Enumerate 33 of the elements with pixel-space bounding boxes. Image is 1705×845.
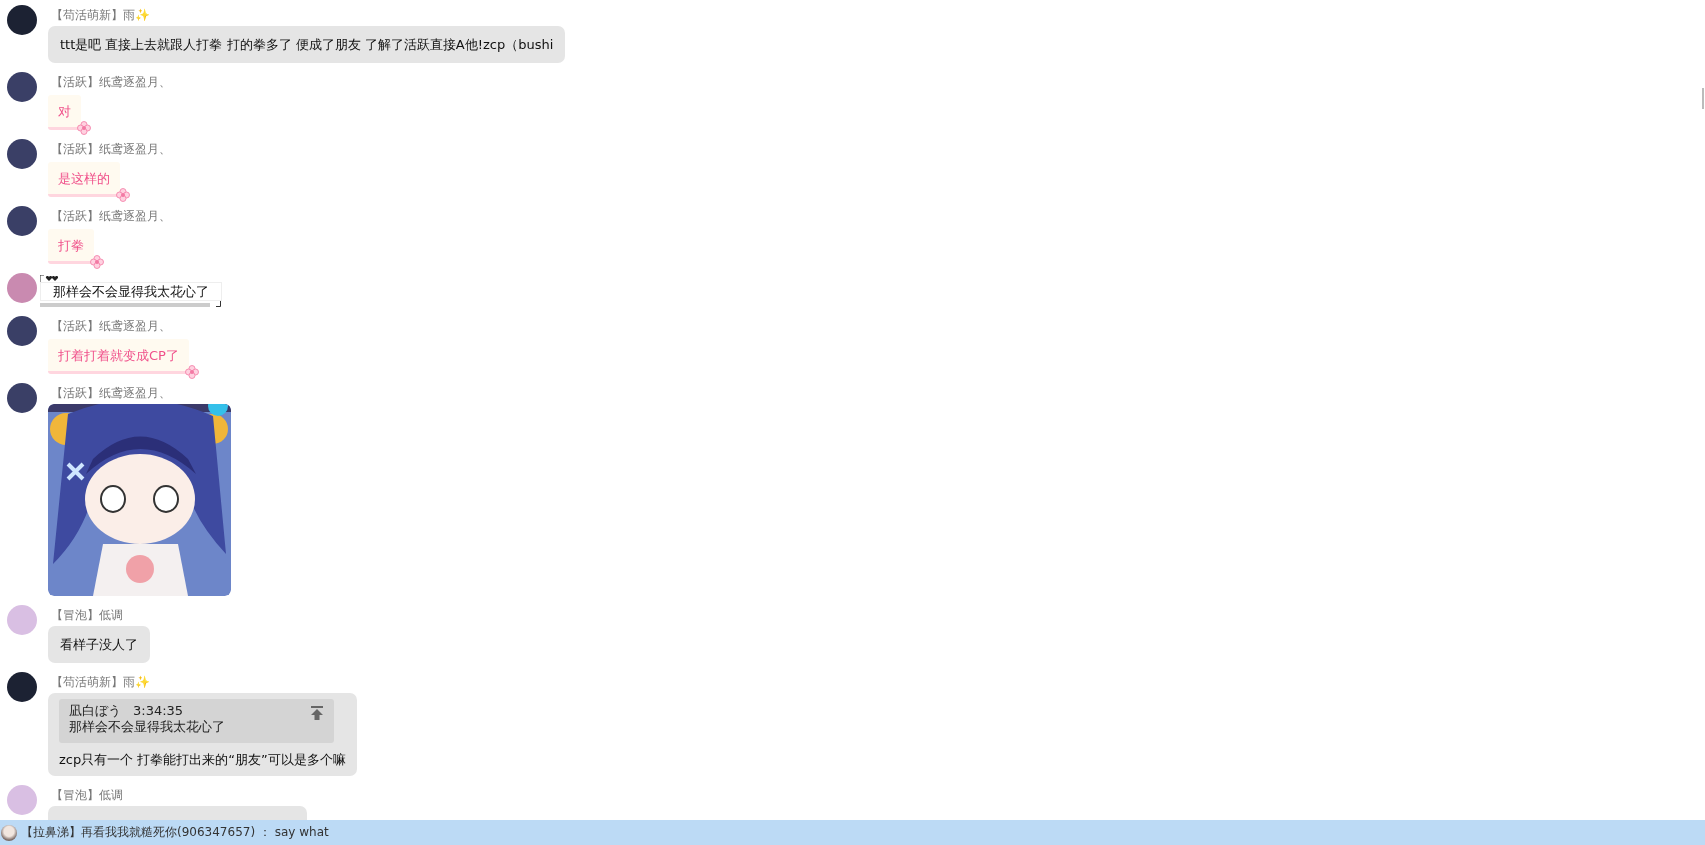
message-bubble: 看样子没人了 <box>48 626 150 663</box>
sender-name: 【苟活萌新】雨✨ <box>51 674 150 690</box>
quote-text: 那样会不会显得我太花心了 <box>69 719 225 735</box>
sender-name: 【冒泡】低调 <box>51 607 123 623</box>
user-avatar[interactable] <box>7 383 37 413</box>
flower-icon <box>184 365 199 379</box>
sender-name: 【冒泡】低调 <box>51 787 123 803</box>
sender-name: 【活跃】纸鸢逐盈月、 <box>51 385 171 401</box>
user-avatar[interactable] <box>7 206 37 236</box>
sender-name: 【活跃】纸鸢逐盈月、 <box>51 208 171 224</box>
sender-name: 【苟活萌新】雨✨ <box>51 7 150 23</box>
flower-icon <box>77 121 91 135</box>
quote-time: 3:34:35 <box>133 703 184 719</box>
corner-bracket-icon <box>216 301 221 307</box>
message-text: 那样会不会显得我太花心了 <box>40 282 222 301</box>
scrollbar-thumb[interactable] <box>1702 88 1704 109</box>
user-avatar[interactable] <box>7 5 37 35</box>
up-arrow-icon[interactable] <box>310 706 324 720</box>
user-avatar[interactable] <box>7 672 37 702</box>
quoted-reply[interactable]: 凪白ぼう 3:34:35 那样会不会显得我太花心了 <box>59 699 334 743</box>
sender-name: 【活跃】纸鸢逐盈月、 <box>51 141 171 157</box>
quote-author: 凪白ぼう <box>69 703 121 719</box>
user-avatar[interactable] <box>7 72 37 102</box>
user-avatar[interactable] <box>7 316 37 346</box>
hearts-icon <box>40 275 58 282</box>
flower-icon <box>90 255 104 269</box>
message-text: zcp只有一个 打拳能打出来的“朋友”可以是多个嘛 <box>59 752 346 767</box>
flower-icon <box>116 188 130 202</box>
notice-text: 【拉鼻涕】再看我我就糙死你(906347657) ： say what <box>21 824 329 841</box>
sender-name: 【活跃】纸鸢逐盈月、 <box>51 318 171 334</box>
sender-name: 【活跃】纸鸢逐盈月、 <box>51 74 171 90</box>
user-avatar[interactable] <box>7 139 37 169</box>
message-bubble: ttt是吧 直接上去就跟人打拳 打的拳多了 便成了朋友 了解了活跃直接A他!zcp（bushi <box>48 26 566 63</box>
